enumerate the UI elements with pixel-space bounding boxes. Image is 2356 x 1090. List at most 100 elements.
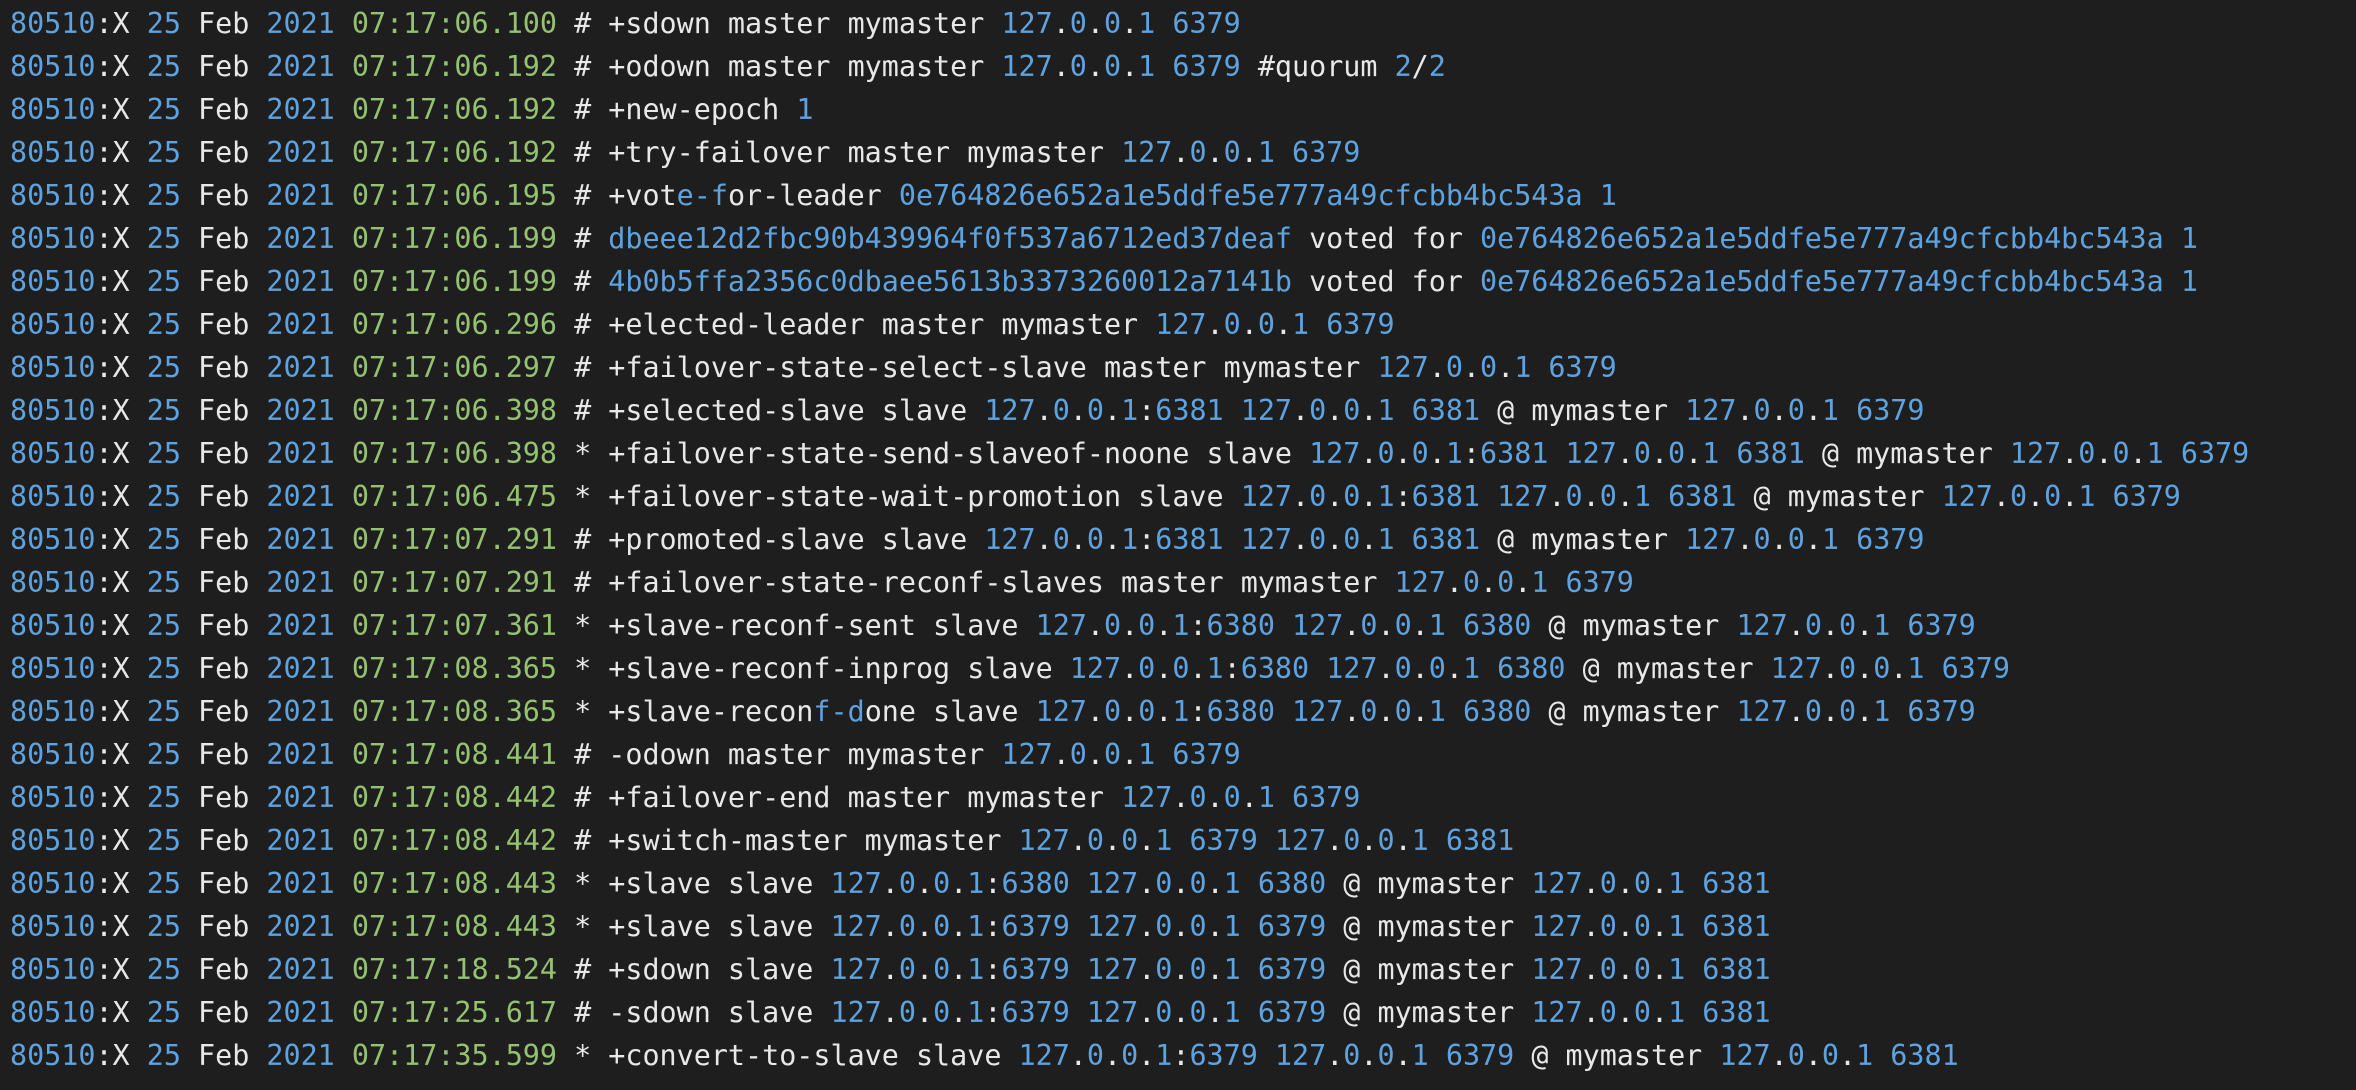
- log-message-segment: [1531, 351, 1548, 384]
- log-message-segment: .: [1240, 781, 1258, 814]
- log-message-segment: [1890, 695, 1907, 728]
- log-month: Feb: [198, 609, 250, 642]
- log-message-segment: 6379: [1326, 308, 1395, 341]
- log-message-segment: [1719, 437, 1736, 470]
- log-message-segment: 0: [2078, 437, 2096, 470]
- log-month: Feb: [198, 222, 250, 255]
- log-year: 2021: [266, 93, 335, 126]
- log-pid: 80510: [10, 394, 96, 427]
- log-message-segment: 0: [1360, 695, 1378, 728]
- log-message-segment: 1: [1223, 953, 1241, 986]
- log-message-segment: [1839, 394, 1856, 427]
- log-message-segment: 0: [1360, 609, 1378, 642]
- log-line: 80510:X 25 Feb 2021 07:17:08.442 # +swit…: [10, 819, 2346, 862]
- log-message-segment: .: [1804, 1039, 1822, 1072]
- log-message-segment: 127: [830, 996, 882, 1029]
- log-message-segment: .: [2061, 480, 2079, 513]
- log-time: 07:17:06.192: [351, 136, 557, 169]
- log-year: 2021: [266, 910, 335, 943]
- log-message-segment: #quorum: [1240, 50, 1395, 83]
- log-message-segment: 0: [1155, 996, 1173, 1029]
- log-year: 2021: [266, 351, 335, 384]
- log-line: 80510:X 25 Feb 2021 07:17:06.398 # +sele…: [10, 389, 2346, 432]
- log-month: Feb: [198, 308, 250, 341]
- log-message-segment: 0: [1103, 50, 1122, 83]
- log-message-segment: .: [1240, 308, 1258, 341]
- log-message-segment: .: [1326, 523, 1344, 556]
- log-message-segment: .: [1069, 824, 1087, 857]
- log-message-segment: .: [1445, 652, 1463, 685]
- log-message-segment: 1: [1138, 738, 1156, 771]
- log-message-segment: 6381: [1411, 394, 1481, 427]
- log-message-segment: .: [1582, 953, 1600, 986]
- log-message-segment: 1: [967, 996, 985, 1029]
- log-message: +sdown master mymaster 127.0.0.1 6379: [608, 7, 1240, 40]
- terminal-output[interactable]: 80510:X 25 Feb 2021 07:17:06.100 # +sdow…: [0, 0, 2356, 1090]
- log-year: 2021: [266, 265, 335, 298]
- log-message-segment: .: [1736, 523, 1754, 556]
- log-line: 80510:X 25 Feb 2021 07:17:35.599 * +conv…: [10, 1034, 2346, 1077]
- log-message-segment: one slave: [864, 695, 1036, 728]
- log-message-segment: 0: [1497, 566, 1515, 599]
- log-message-segment: 6380: [1240, 652, 1310, 685]
- log-message-segment: 0: [2009, 480, 2028, 513]
- log-message-segment: @ mymaster: [1531, 695, 1737, 728]
- log-message-segment: 1: [1821, 523, 1840, 556]
- log-message-segment: .: [2061, 437, 2079, 470]
- log-message-segment: 1: [1411, 824, 1429, 857]
- log-message-segment: 127: [1240, 480, 1292, 513]
- log-message-segment: 6381: [1890, 1039, 1959, 1072]
- log-message-segment: .: [1821, 652, 1840, 685]
- log-message-segment: 0: [1155, 910, 1173, 943]
- log-time: 07:17:06.398: [351, 394, 557, 427]
- log-message-segment: f-d: [813, 695, 865, 728]
- log-line: 80510:X 25 Feb 2021 07:17:06.195 # +vote…: [10, 174, 2346, 217]
- log-pid: 80510: [10, 996, 96, 1029]
- log-message-segment: .: [1411, 652, 1429, 685]
- log-message-segment: @ mymaster: [1804, 437, 2010, 470]
- log-role: :X: [95, 265, 130, 298]
- log-message-segment: 127: [1565, 437, 1617, 470]
- log-message-segment: 127: [1770, 652, 1822, 685]
- log-message-segment: 0: [1189, 867, 1207, 900]
- log-message-segment: .: [1377, 652, 1395, 685]
- log-message-segment: 1: [1206, 652, 1224, 685]
- log-message-segment: 0e764826e652a1e5ddfe5e777a49cfcbb4bc543a: [898, 179, 1583, 212]
- log-message-segment: 0: [1343, 1039, 1361, 1072]
- log-message-segment: 0: [1343, 523, 1361, 556]
- log-message-segment: [1685, 953, 1702, 986]
- log-message-segment: 0: [1104, 695, 1122, 728]
- log-message-segment: 127: [1394, 566, 1446, 599]
- log-message-segment: 0: [1599, 953, 1617, 986]
- log-message-segment: .: [881, 953, 899, 986]
- log-message-segment: +slave-reconf-sent slave: [608, 609, 1036, 642]
- log-day: 25: [146, 738, 181, 771]
- log-day: 25: [146, 437, 181, 470]
- log-message-segment: 1: [1172, 695, 1190, 728]
- log-message-segment: 0: [1121, 1039, 1139, 1072]
- log-message-segment: 127: [1035, 695, 1087, 728]
- log-message-segment: .: [1360, 480, 1378, 513]
- log-message-segment: 1: [1223, 996, 1241, 1029]
- log-message-segment: .: [1086, 7, 1104, 40]
- log-message-segment: .: [1839, 1039, 1857, 1072]
- log-message-segment: .: [1770, 1039, 1788, 1072]
- log-message-segment: 0: [1787, 1039, 1805, 1072]
- log-message-segment: 0: [933, 953, 951, 986]
- log-message: +new-epoch 1: [608, 93, 813, 126]
- log-message-segment: .: [1086, 738, 1104, 771]
- log-day: 25: [146, 824, 181, 857]
- log-message-segment: +vot: [608, 179, 677, 212]
- log-year: 2021: [266, 7, 335, 40]
- log-message-segment: 1: [1821, 394, 1840, 427]
- log-message-segment: .: [1206, 910, 1224, 943]
- log-message-segment: 0: [1257, 308, 1275, 341]
- log-message-segment: [1480, 480, 1497, 513]
- log-message-segment: 0: [1343, 480, 1361, 513]
- log-message-segment: .: [1052, 50, 1070, 83]
- log-message-segment: .: [1650, 437, 1669, 470]
- log-year: 2021: [266, 953, 335, 986]
- log-time: 07:17:08.442: [351, 824, 557, 857]
- log-message-segment: 0: [1377, 1039, 1395, 1072]
- log-message-segment: @ mymaster: [1326, 996, 1532, 1029]
